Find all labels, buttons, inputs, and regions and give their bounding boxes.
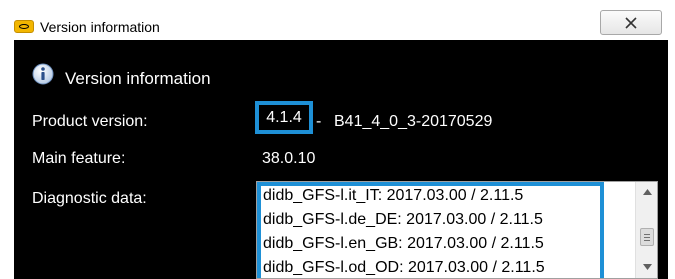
grip-line [644, 237, 650, 238]
dialog-heading: Version information [65, 69, 211, 88]
version-info-window: Version information Version information … [0, 0, 675, 279]
scroll-up-arrow-icon [642, 189, 652, 195]
product-version-value: 4.1.4 [266, 108, 302, 126]
close-button[interactable] [600, 10, 662, 35]
product-version-label: Product version: [32, 113, 148, 130]
window-title: Version information [40, 19, 160, 35]
diagnostic-highlight [257, 182, 604, 278]
version-separator: - [316, 113, 322, 130]
window-frame-right [668, 40, 675, 279]
app-logo-icon [14, 20, 34, 33]
info-icon [32, 63, 54, 85]
scroll-down-button[interactable] [636, 257, 657, 277]
build-id-value: B41_4_0_3-20170529 [334, 113, 493, 130]
vertical-scrollbar[interactable] [635, 182, 657, 278]
product-version-highlight: 4.1.4 [255, 101, 313, 134]
close-icon [625, 16, 637, 29]
diagnostic-data-label: Diagnostic data: [32, 190, 147, 207]
main-feature-label: Main feature: [32, 150, 126, 167]
title-bar[interactable]: Version information [0, 0, 675, 40]
scroll-down-arrow-icon [642, 264, 652, 270]
dialog-content: Version information Product version: 4.1… [14, 40, 668, 279]
scroll-thumb[interactable] [640, 228, 654, 246]
diagnostic-data-list[interactable]: didb_GFS-l.it_IT: 2017.03.00 / 2.11.5 di… [256, 181, 658, 279]
grip-line [644, 240, 650, 241]
scroll-up-button[interactable] [636, 182, 657, 202]
main-feature-value: 38.0.10 [262, 150, 316, 167]
grip-line [644, 234, 650, 235]
